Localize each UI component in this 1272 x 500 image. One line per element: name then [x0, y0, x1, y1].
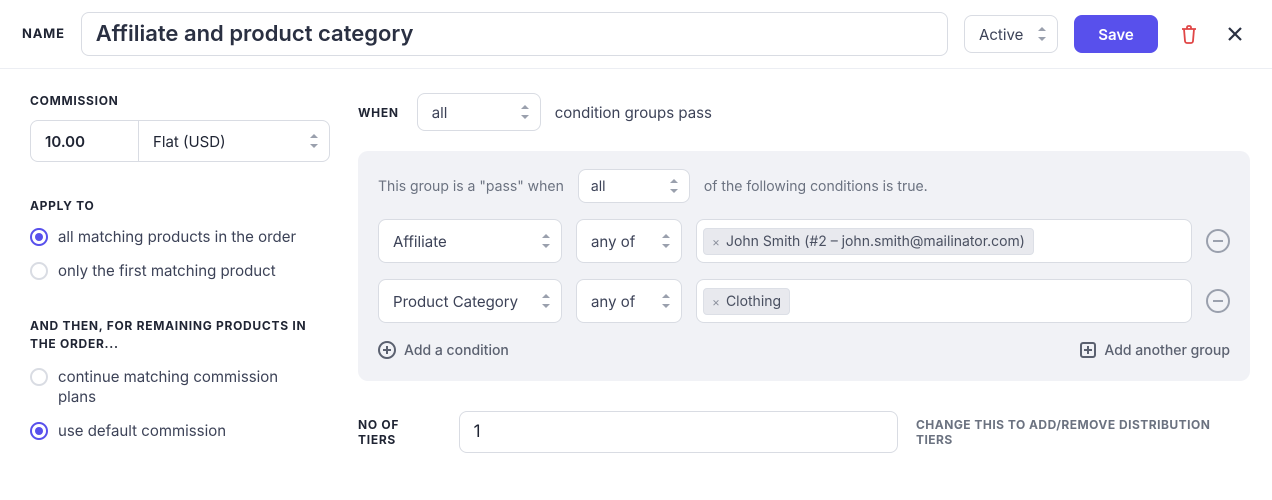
remove-condition-button[interactable]: [1206, 289, 1230, 313]
chevron-updown-icon: [667, 177, 681, 195]
apply-to-label: APPLY TO: [30, 198, 330, 213]
close-icon: [1227, 26, 1243, 42]
remaining-option-default[interactable]: use default commission: [30, 421, 330, 441]
condition-op-select[interactable]: any of: [576, 279, 682, 323]
name-input[interactable]: [81, 12, 948, 56]
radio-icon: [30, 262, 48, 280]
apply-to-option-first[interactable]: only the first matching product: [30, 261, 330, 281]
remove-condition-button[interactable]: [1206, 229, 1230, 253]
tiers-hint: CHANGE THIS TO ADD/REMOVE DISTRIBUTION T…: [916, 417, 1250, 447]
chip-remove-icon[interactable]: ×: [712, 294, 720, 309]
remaining-label: AND THEN, FOR REMAINING PRODUCTS IN THE …: [30, 317, 330, 353]
commission-value-input[interactable]: 10.00: [30, 120, 138, 162]
radio-icon: [30, 422, 48, 440]
chevron-updown-icon: [518, 103, 532, 121]
when-suffix: condition groups pass: [555, 103, 712, 122]
chevron-updown-icon: [307, 132, 321, 150]
condition-values-input[interactable]: × John Smith (#2 – john.smith@mailinator…: [696, 219, 1192, 263]
status-select[interactable]: Active: [964, 15, 1058, 53]
condition-op-value: any of: [591, 292, 635, 311]
minus-icon: [1213, 240, 1223, 242]
when-select[interactable]: all: [417, 93, 541, 131]
condition-field-select[interactable]: Affiliate: [378, 219, 562, 263]
chip-label: John Smith (#2 – john.smith@mailinator.c…: [726, 233, 1025, 250]
condition-row: Affiliate any of × John Smith (#2 – john…: [378, 219, 1230, 263]
close-button[interactable]: [1220, 19, 1250, 49]
remaining-option-continue[interactable]: continue matching commission plans: [30, 367, 330, 407]
delete-button[interactable]: [1174, 19, 1204, 49]
add-condition-label: Add a condition: [404, 342, 509, 359]
tiers-label: NO OF TIERS: [358, 417, 441, 447]
chevron-updown-icon: [659, 292, 673, 310]
plus-circle-icon: [378, 341, 396, 359]
apply-to-option-label: only the first matching product: [58, 261, 276, 281]
radio-icon: [30, 368, 48, 386]
condition-field-value: Product Category: [393, 292, 518, 311]
plus-square-icon: [1080, 342, 1096, 358]
condition-row: Product Category any of × Clothing: [378, 279, 1230, 323]
condition-op-value: any of: [591, 232, 635, 251]
trash-icon: [1180, 24, 1198, 44]
remaining-option-label: continue matching commission plans: [58, 367, 318, 407]
status-value: Active: [979, 25, 1023, 44]
radio-icon: [30, 228, 48, 246]
save-button[interactable]: Save: [1074, 15, 1158, 53]
when-value: all: [432, 103, 448, 122]
chip-label: Clothing: [726, 293, 781, 310]
chip-remove-icon[interactable]: ×: [712, 234, 720, 249]
commission-value: 10.00: [45, 132, 85, 151]
group-desc-prefix: This group is a "pass" when: [378, 178, 564, 195]
group-pass-value: all: [591, 178, 606, 195]
add-group-button[interactable]: Add another group: [1080, 342, 1230, 359]
commission-type-select[interactable]: Flat (USD): [138, 120, 330, 162]
condition-field-value: Affiliate: [393, 232, 447, 251]
commission-type-value: Flat (USD): [153, 132, 226, 151]
apply-to-option-all[interactable]: all matching products in the order: [30, 227, 330, 247]
tiers-value: 1: [474, 422, 481, 442]
add-condition-button[interactable]: Add a condition: [378, 341, 509, 359]
value-chip[interactable]: × John Smith (#2 – john.smith@mailinator…: [703, 228, 1034, 255]
save-button-label: Save: [1098, 25, 1134, 44]
group-pass-select[interactable]: all: [578, 169, 690, 203]
remaining-option-label: use default commission: [58, 421, 226, 441]
when-label: WHEN: [358, 105, 399, 120]
name-label: NAME: [22, 26, 65, 42]
condition-op-select[interactable]: any of: [576, 219, 682, 263]
commission-label: COMMISSION: [30, 93, 330, 108]
value-chip[interactable]: × Clothing: [703, 288, 790, 315]
chevron-updown-icon: [539, 232, 553, 250]
chevron-updown-icon: [659, 232, 673, 250]
condition-group: This group is a "pass" when all of the f…: [358, 151, 1250, 381]
apply-to-option-label: all matching products in the order: [58, 227, 296, 247]
add-group-label: Add another group: [1104, 342, 1230, 359]
chevron-updown-icon: [1035, 25, 1049, 43]
tiers-input[interactable]: 1: [459, 411, 898, 453]
condition-values-input[interactable]: × Clothing: [696, 279, 1192, 323]
chevron-updown-icon: [539, 292, 553, 310]
condition-field-select[interactable]: Product Category: [378, 279, 562, 323]
minus-icon: [1213, 300, 1223, 302]
group-desc-suffix: of the following conditions is true.: [704, 178, 928, 195]
